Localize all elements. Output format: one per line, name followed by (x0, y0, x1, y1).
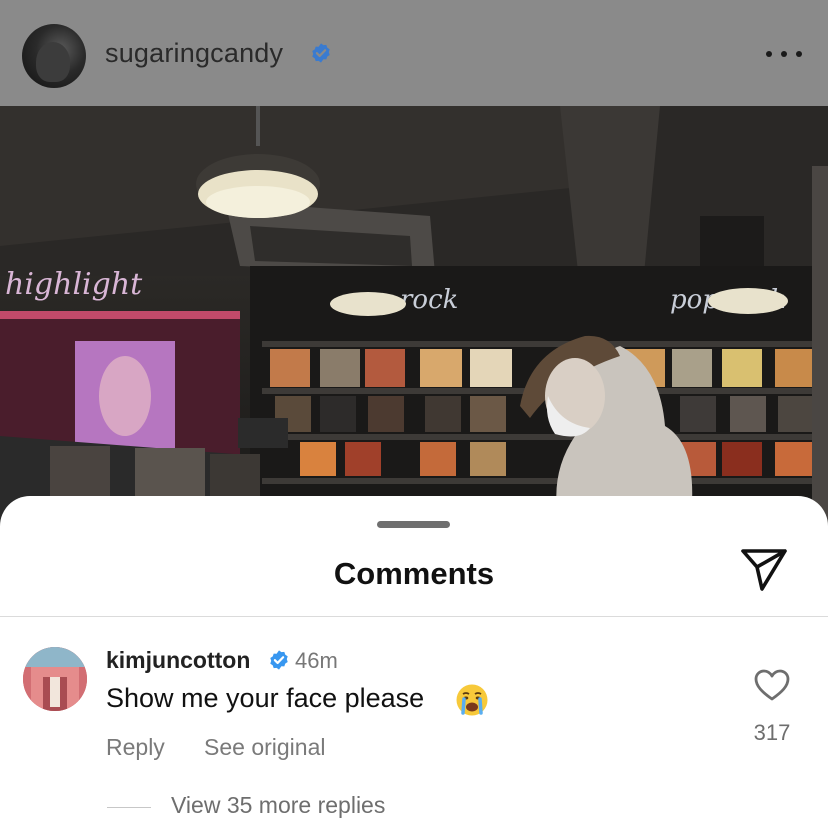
verified-badge-icon (310, 42, 332, 64)
post-header: sugaringcandy (0, 0, 828, 106)
neon-sign-highlight: highlight (5, 267, 143, 302)
commenter-avatar[interactable] (23, 647, 87, 711)
replies-divider-line (107, 807, 151, 808)
reply-button[interactable]: Reply (106, 734, 165, 761)
comments-sheet: Comments kimjuncotton 46m Show me your f… (0, 496, 828, 834)
neon-sign-rock: rock (400, 285, 458, 315)
more-horizontal-icon[interactable] (766, 44, 802, 64)
comment-item: kimjuncotton 46m Show me your face pleas… (0, 617, 828, 834)
commenter-username[interactable]: kimjuncotton (106, 647, 250, 674)
author-avatar[interactable] (22, 24, 86, 88)
see-original-button[interactable]: See original (204, 734, 325, 761)
view-more-replies-button[interactable]: View 35 more replies (171, 792, 385, 819)
heart-icon[interactable] (753, 668, 791, 702)
send-icon[interactable] (740, 548, 788, 592)
sheet-title: Comments (333, 556, 495, 591)
comment-timestamp: 46m (295, 648, 338, 673)
author-username[interactable]: sugaringcandy (105, 38, 283, 69)
post-photo: highlight rock pop rock (0, 106, 828, 526)
sheet-grabber[interactable] (377, 521, 450, 528)
comment-text: Show me your face please (106, 683, 425, 713)
like-count: 317 (753, 720, 791, 745)
verified-badge-icon (268, 649, 290, 671)
crying-face-emoji-icon (455, 683, 489, 722)
